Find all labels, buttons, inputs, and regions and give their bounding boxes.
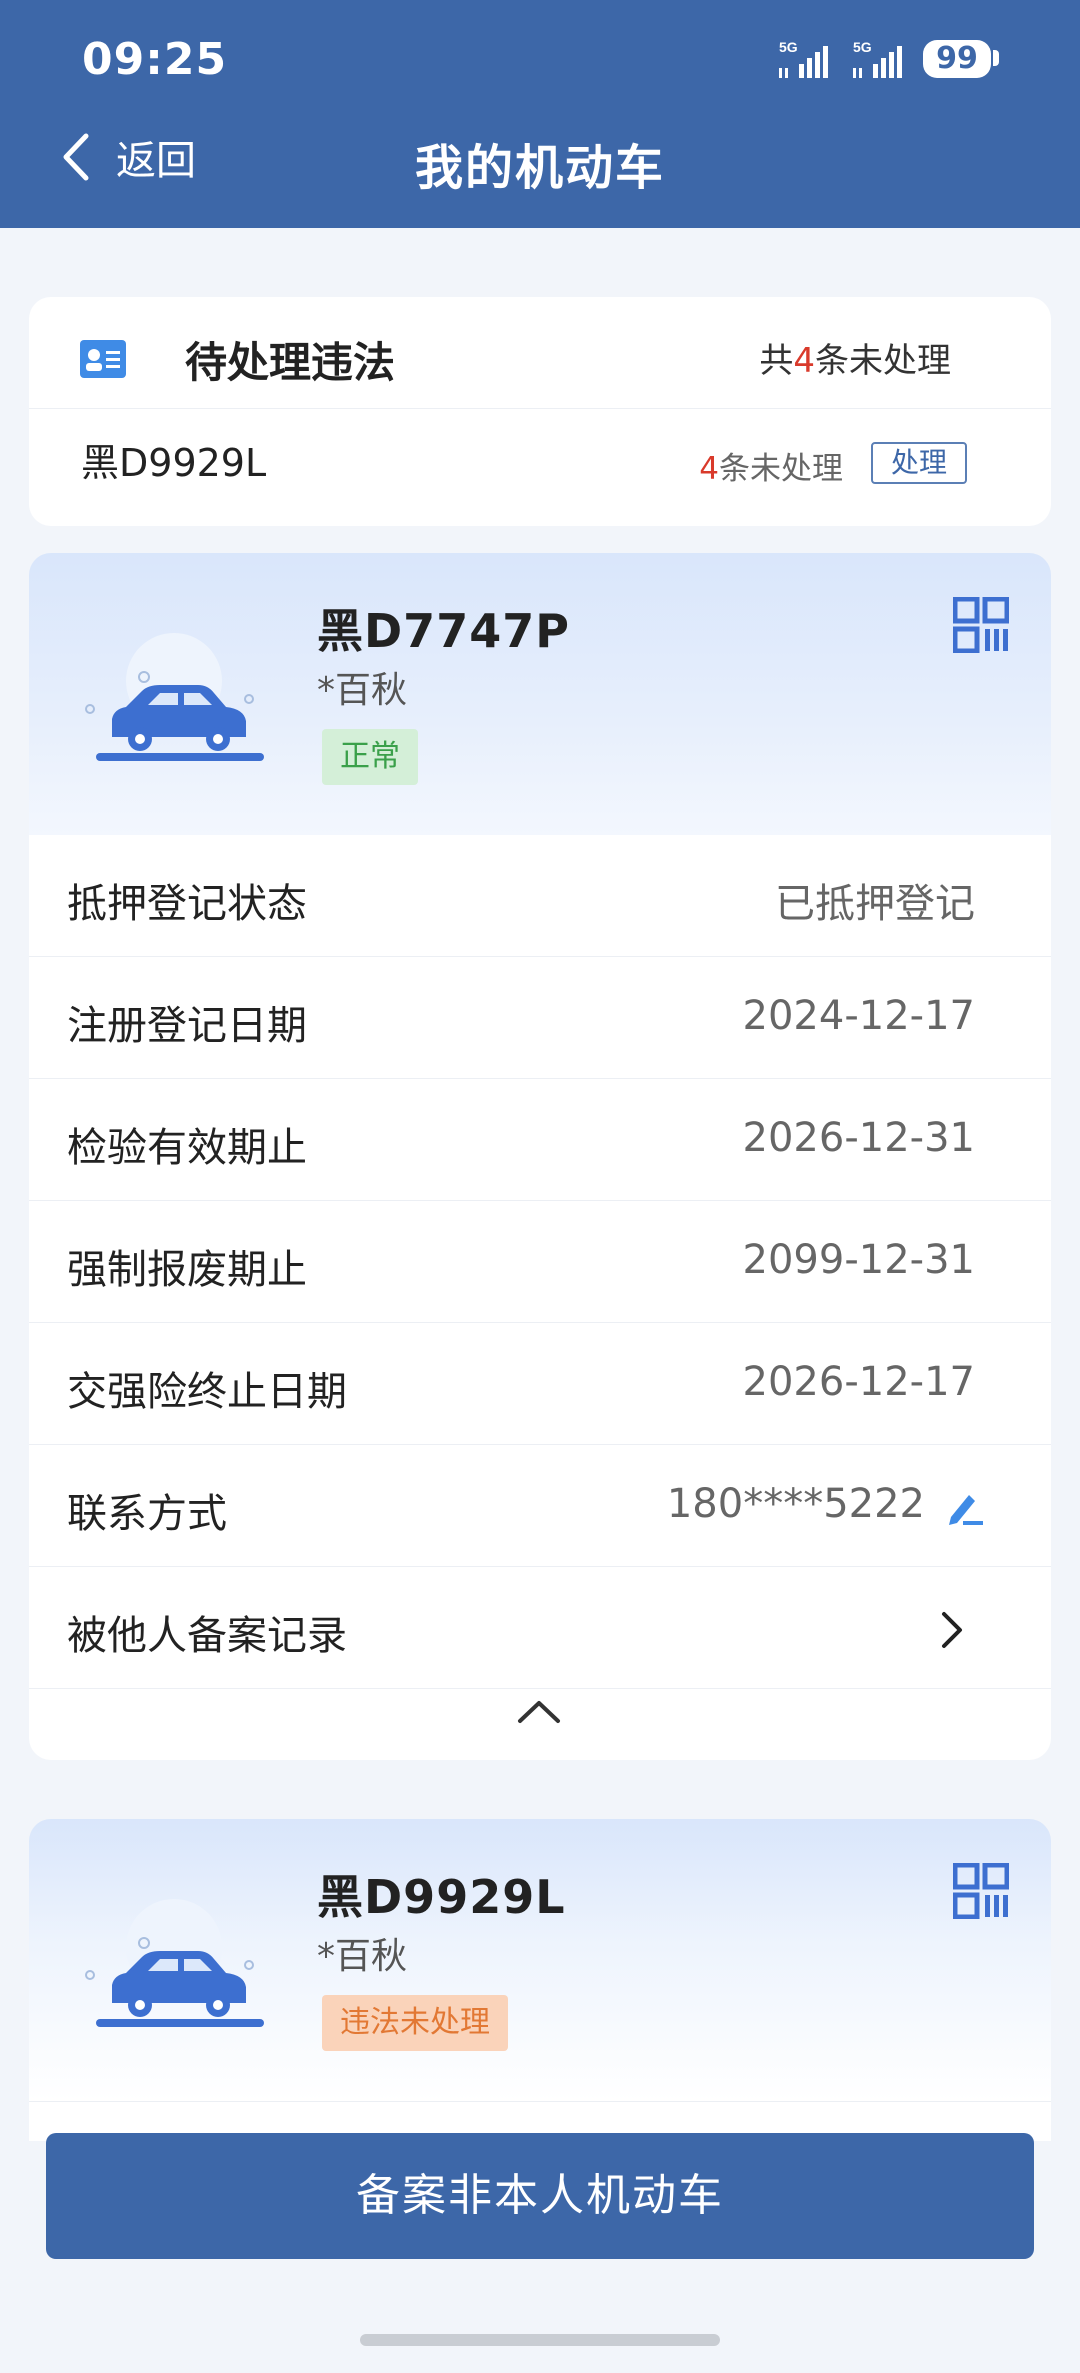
- page-title: 我的机动车: [414, 140, 665, 196]
- home-indicator[interactable]: [360, 2334, 720, 2346]
- violations-header: 待处理违法 共4条未处理: [29, 297, 1051, 409]
- status-time: 09:25: [82, 34, 228, 85]
- qr-code-icon[interactable]: [953, 597, 1009, 653]
- chevron-right-icon: [942, 1612, 962, 1648]
- vehicle-card-header[interactable]: 黑D7747P *百秋 正常: [29, 553, 1051, 835]
- handle-violation-button[interactable]: 处理: [871, 442, 967, 484]
- vehicle-owner: *百秋: [317, 670, 408, 711]
- id-card-icon: [80, 340, 126, 378]
- car-icon: [85, 633, 264, 761]
- edit-icon[interactable]: [943, 1487, 985, 1529]
- header-bar: 09:25 5G 5G 99 返回 我的机动车: [0, 0, 1080, 228]
- detail-row: 强制报废期止 2099-12-31: [29, 1201, 1051, 1323]
- vehicle-details: 抵押登记状态 已抵押登记 注册登记日期 2024-12-17 检验有效期止 20…: [29, 835, 1051, 1760]
- detail-row: 交强险终止日期 2026-12-17: [29, 1323, 1051, 1445]
- chevron-up-icon[interactable]: [516, 1697, 562, 1727]
- signal-icon: 5G: [779, 39, 828, 78]
- signal-icon: 5G: [853, 39, 902, 78]
- battery-icon: [993, 50, 999, 66]
- status-badge: 违法未处理: [322, 1995, 508, 2051]
- svg-text:5G: 5G: [779, 39, 798, 55]
- qr-code-icon[interactable]: [953, 1863, 1009, 1919]
- pending-violations-card: 待处理违法 共4条未处理 黑D9929L 4条未处理 处理: [29, 297, 1051, 526]
- contact-row[interactable]: 联系方式 180****5222: [29, 1445, 1051, 1567]
- violations-title: 待处理违法: [185, 338, 396, 387]
- contact-phone: 180****5222: [666, 1481, 925, 1527]
- bottom-safe-area: [0, 2282, 1080, 2373]
- svg-text:5G: 5G: [853, 39, 872, 55]
- car-icon: [85, 1899, 264, 2027]
- filing-records-row[interactable]: 被他人备案记录: [29, 1567, 1051, 1689]
- violations-total: 共4条未处理: [759, 341, 951, 381]
- vehicle-plate: 黑D9929L: [317, 1870, 566, 1924]
- status-badge: 正常: [322, 729, 418, 785]
- register-other-vehicle-button[interactable]: 备案非本人机动车: [46, 2133, 1034, 2259]
- detail-row: 注册登记日期 2024-12-17: [29, 957, 1051, 1079]
- violation-plate: 黑D9929L: [81, 441, 267, 485]
- battery-level: 99: [923, 40, 991, 78]
- vehicle-owner: *百秋: [317, 1936, 408, 1977]
- detail-row: 抵押登记状态 已抵押登记: [29, 835, 1051, 957]
- vehicle-plate: 黑D7747P: [317, 604, 570, 658]
- violation-count: 4条未处理: [699, 451, 843, 487]
- vehicle-card-header[interactable]: 黑D9929L *百秋 违法未处理: [29, 1819, 1051, 2101]
- detail-row: 检验有效期止 2026-12-31: [29, 1079, 1051, 1201]
